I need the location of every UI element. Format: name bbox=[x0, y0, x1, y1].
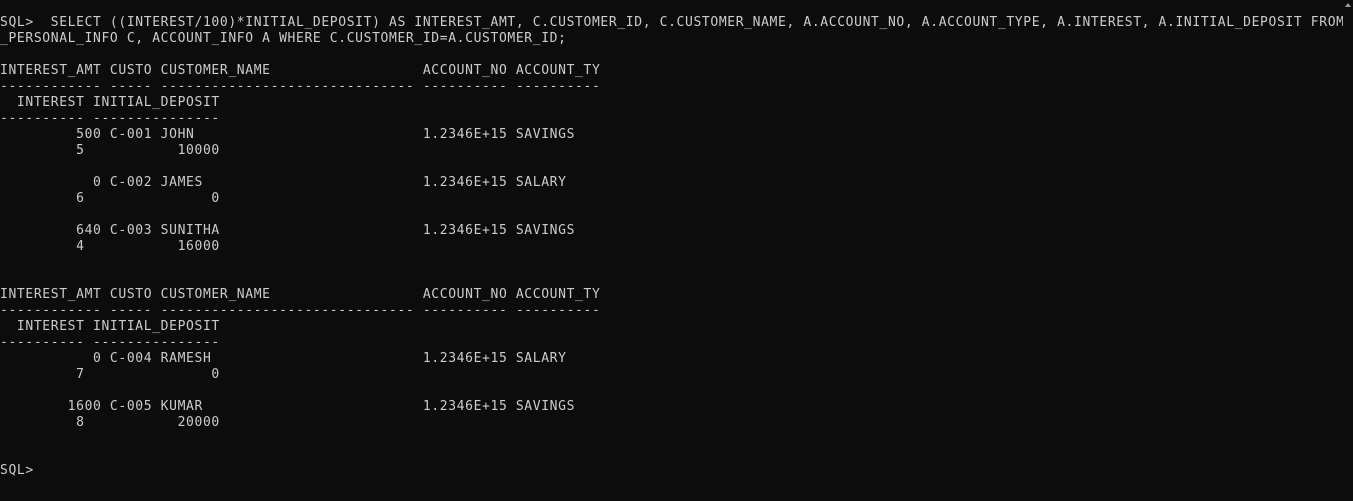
result-row-line-2: 5 10000 bbox=[0, 143, 220, 158]
result-row-line: 1600 C-005 KUMAR 1.2346E+15 SAVINGS bbox=[0, 399, 576, 414]
result-header-underline: ------------ ----- ---------------------… bbox=[0, 79, 601, 94]
result-header-underline-2: ---------- --------------- bbox=[0, 335, 220, 350]
sql-prompt[interactable]: SQL> bbox=[0, 463, 34, 479]
result-row-line-2: 7 0 bbox=[0, 367, 220, 382]
result-header-underline: ------------ ----- ---------------------… bbox=[0, 303, 601, 318]
result-row-line-2: 4 16000 bbox=[0, 239, 220, 254]
vertical-scrollbar[interactable] bbox=[1343, 0, 1353, 501]
result-row-line: 0 C-004 RAMESH 1.2346E+15 SALARY bbox=[0, 351, 567, 366]
result-row-line-2: 6 0 bbox=[0, 191, 220, 206]
scroll-up-arrow-icon[interactable] bbox=[1345, 3, 1351, 7]
sql-query-line: SQL> SELECT ((INTEREST/100)*INITIAL_DEPO… bbox=[0, 15, 1343, 30]
result-header-underline-2: ---------- --------------- bbox=[0, 111, 220, 126]
result-row-line: 500 C-001 JOHN 1.2346E+15 SAVINGS bbox=[0, 127, 576, 142]
result-header-line: INTEREST_AMT CUSTO CUSTOMER_NAME ACCOUNT… bbox=[0, 287, 601, 302]
result-row-line: 0 C-002 JAMES 1.2346E+15 SALARY bbox=[0, 175, 567, 190]
console-output[interactable]: SQL> SELECT ((INTEREST/100)*INITIAL_DEPO… bbox=[0, 15, 1343, 501]
sql-query-continuation-line: _PERSONAL_INFO C, ACCOUNT_INFO A WHERE C… bbox=[0, 31, 567, 46]
result-row-line: 640 C-003 SUNITHA 1.2346E+15 SAVINGS bbox=[0, 223, 576, 238]
result-header-line-2: INTEREST INITIAL_DEPOSIT bbox=[0, 95, 220, 110]
result-row-line-2: 8 20000 bbox=[0, 415, 220, 430]
result-header-line-2: INTEREST INITIAL_DEPOSIT bbox=[0, 319, 220, 334]
result-header-line: INTEREST_AMT CUSTO CUSTOMER_NAME ACCOUNT… bbox=[0, 63, 601, 78]
